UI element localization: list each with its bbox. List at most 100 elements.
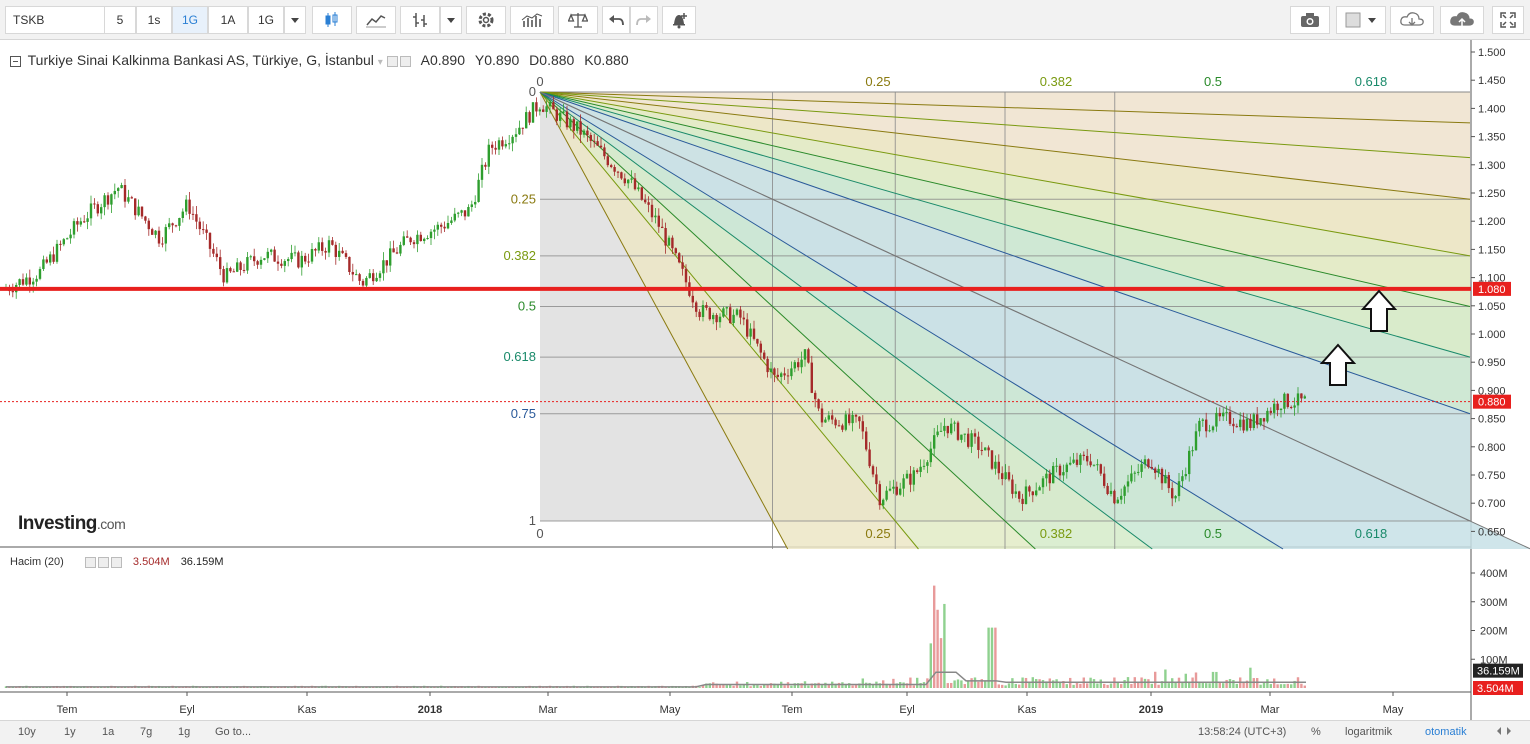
- volume-bar: [1130, 683, 1133, 688]
- candle-body: [1133, 472, 1136, 474]
- candle-body: [259, 259, 263, 265]
- volume-value-current: 3.504M: [132, 556, 170, 568]
- fit-button[interactable]: [1496, 724, 1512, 741]
- redo-icon: [636, 15, 651, 26]
- collapse-icon[interactable]: [10, 55, 21, 67]
- volume-settings-icon[interactable]: [97, 556, 109, 568]
- interval-1g-button[interactable]: 1G: [172, 6, 208, 34]
- volume-visibility-icon[interactable]: [84, 556, 96, 568]
- candles-style-button[interactable]: [312, 6, 352, 34]
- price-tick-label: 1.150: [1478, 244, 1506, 256]
- goto-button[interactable]: Go to...: [215, 726, 251, 738]
- candle-body: [620, 172, 623, 179]
- price-chart[interactable]: 00.250.3820.50.6180.751000.250.250.3820.…: [0, 40, 1530, 720]
- log-scale-toggle[interactable]: logaritmik: [1345, 726, 1392, 738]
- candle-body: [236, 262, 239, 272]
- volume-bar: [1004, 685, 1007, 688]
- candle-body: [858, 416, 861, 422]
- price-tick-label: 1.250: [1478, 188, 1506, 200]
- symbol-input[interactable]: TSKB: [5, 6, 105, 34]
- time-tick-label: May: [1383, 704, 1404, 716]
- volume-bar: [1001, 684, 1004, 688]
- auto-scale-toggle[interactable]: otomatik: [1425, 726, 1467, 738]
- candle-body: [423, 238, 426, 242]
- chart-area[interactable]: 0 0.25 0.382 0.5 0.618 0.75 1 0 0 0.25 0.25 0.382 0.…: [0, 40, 1530, 720]
- price-tick-label: 0.650: [1478, 526, 1506, 538]
- candle-body: [1147, 459, 1150, 468]
- interval-1a-button[interactable]: 1A: [208, 6, 248, 34]
- price-tick-label: 1.300: [1478, 160, 1506, 172]
- range-1g-button[interactable]: 1g: [178, 726, 190, 738]
- settings-button[interactable]: [466, 6, 506, 34]
- candle-body: [807, 349, 810, 363]
- candle-body: [1177, 481, 1181, 497]
- studies-button[interactable]: [510, 6, 554, 34]
- volume-bar: [783, 685, 786, 688]
- interval-dropdown-button[interactable]: [284, 6, 306, 34]
- load-chart-button[interactable]: [1390, 6, 1434, 34]
- chevron-down-icon[interactable]: ▾: [378, 57, 383, 68]
- range-7g-button[interactable]: 7g: [140, 726, 152, 738]
- candle-body: [739, 309, 742, 318]
- candle-body: [531, 102, 535, 123]
- volume-bar: [1266, 679, 1269, 688]
- undo-button[interactable]: [602, 6, 630, 34]
- range-10y-button[interactable]: 10y: [18, 726, 36, 738]
- price-tick-label: 0.850: [1478, 414, 1506, 426]
- fib-time-label: 0.618: [1355, 74, 1388, 89]
- interval-5-button[interactable]: 5: [104, 6, 136, 34]
- layout-button[interactable]: [1336, 6, 1386, 34]
- candle-body: [661, 226, 664, 229]
- candle-body: [919, 466, 922, 472]
- price-tick-label: 0.950: [1478, 357, 1506, 369]
- candle-body: [1011, 479, 1014, 494]
- bar-chart-icon: [521, 13, 543, 27]
- candle-body: [1024, 486, 1028, 504]
- candle-body: [11, 291, 14, 293]
- volume-bar: [939, 638, 943, 688]
- candle-body: [300, 255, 303, 268]
- candle-body: [803, 349, 807, 360]
- drawing-tools-button[interactable]: [400, 6, 440, 34]
- candle-body: [990, 450, 994, 469]
- candle-body: [963, 433, 966, 435]
- range-1y-button[interactable]: 1y: [64, 726, 76, 738]
- volume-bar: [1300, 683, 1303, 688]
- candle-body: [324, 250, 327, 253]
- candle-body: [980, 449, 983, 451]
- range-1a-button[interactable]: 1a: [102, 726, 114, 738]
- candle-body: [161, 243, 164, 245]
- candle-body: [474, 201, 477, 205]
- volume-bar: [1164, 669, 1167, 688]
- candle-body: [1079, 454, 1082, 465]
- volume-bar: [1252, 678, 1255, 688]
- candle-body: [406, 236, 409, 238]
- percent-toggle[interactable]: %: [1311, 726, 1321, 738]
- fullscreen-button[interactable]: [1492, 6, 1524, 34]
- candle-body: [484, 164, 487, 167]
- save-chart-button[interactable]: [1440, 6, 1484, 34]
- volume-bar: [1099, 679, 1102, 688]
- legend-settings-icon[interactable]: [399, 55, 411, 67]
- volume-close-icon[interactable]: [110, 556, 122, 568]
- snapshot-button[interactable]: [1290, 6, 1330, 34]
- undo-icon: [609, 15, 624, 26]
- scale-icon: [568, 13, 588, 28]
- candle-body: [647, 202, 650, 205]
- interval-custom-button[interactable]: 1G: [248, 6, 284, 34]
- compare-button[interactable]: [558, 6, 598, 34]
- candle-body: [1167, 475, 1170, 489]
- candle-body: [463, 210, 467, 217]
- interval-1s-button[interactable]: 1s: [136, 6, 172, 34]
- candle-body: [1045, 473, 1048, 479]
- alert-button[interactable]: [662, 6, 696, 34]
- candle-body: [616, 171, 620, 173]
- legend-settings-icon[interactable]: [386, 55, 398, 67]
- candle-body: [518, 127, 521, 135]
- indicators-button[interactable]: [356, 6, 396, 34]
- candle-body: [667, 237, 671, 246]
- candle-body: [953, 422, 956, 424]
- drawing-dropdown-button[interactable]: [440, 6, 462, 34]
- candle-body: [178, 217, 181, 226]
- redo-button[interactable]: [630, 6, 658, 34]
